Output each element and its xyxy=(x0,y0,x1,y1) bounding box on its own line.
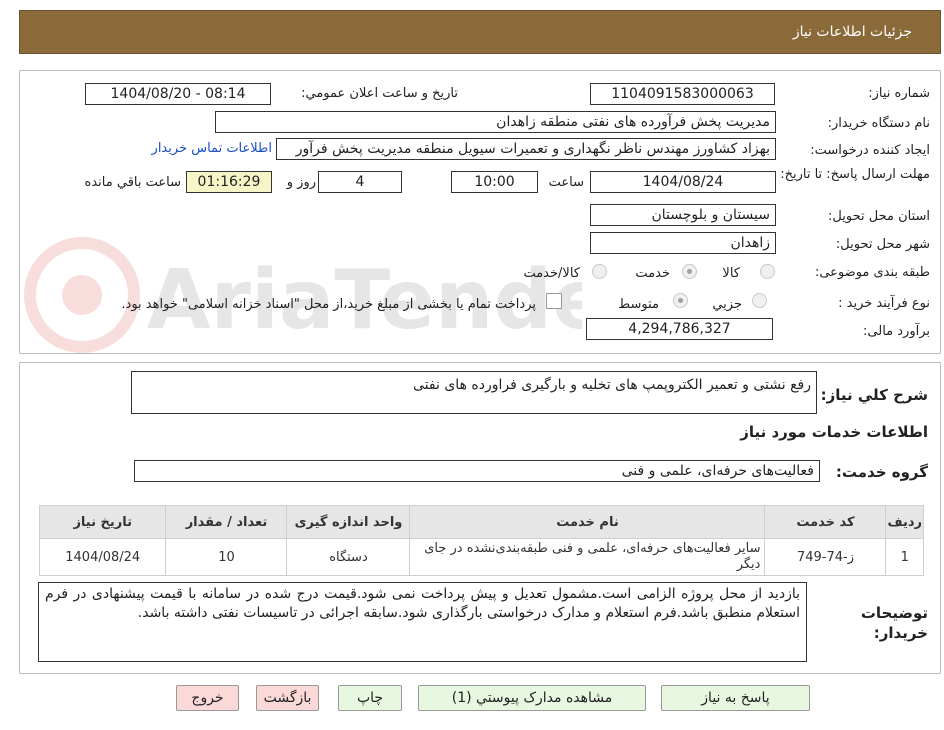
process-radio-minor[interactable] xyxy=(752,293,767,308)
col-header-row-number: ردیف xyxy=(885,505,924,539)
summary-label: شرح كلي نياز: xyxy=(820,386,928,404)
print-button[interactable]: چاپ xyxy=(338,685,402,711)
cell-row-number: 1 xyxy=(885,538,924,576)
services-heading: اطلاعات خدمات مورد نیاز xyxy=(740,423,928,441)
category-option-goods-service: کالا/خدمت xyxy=(523,266,580,281)
table-header-row: ردیف کد خدمت نام خدمت واحد اندازه گیری ت… xyxy=(38,505,924,539)
cell-service-name: سایر فعالیت‌های حرفه‌ای، علمی و فنی طبقه… xyxy=(409,538,766,576)
category-option-service: خدمت xyxy=(635,266,670,281)
deadline-days-field: 4 xyxy=(318,171,402,193)
province-field: سیستان و بلوچستان xyxy=(590,204,776,226)
view-attachments-button[interactable]: مشاهده مدارک پیوستي (1) xyxy=(418,685,646,711)
province-label: استان محل تحویل: xyxy=(828,209,930,224)
page-header: جزئیات اطلاعات نیاز xyxy=(19,10,941,54)
buyer-contact-link[interactable]: اطلاعات تماس خریدار xyxy=(152,141,272,156)
service-group-label: گروه خدمت: xyxy=(835,463,928,481)
summary-field: رفع نشتی و تعمیر الکتروپمپ های تخلیه و ب… xyxy=(131,371,817,414)
need-number-label: شماره نیاز: xyxy=(868,86,930,101)
exit-button[interactable]: خروج xyxy=(176,685,239,711)
process-option-minor: جزیي xyxy=(712,297,742,312)
days-label: روز و xyxy=(286,175,316,190)
category-label: طبقه بندی موضوعی: xyxy=(814,265,930,280)
buyer-org-field: مدیریت پخش فرآورده های نفتی منطقه زاهدان xyxy=(215,111,776,133)
remaining-label: ساعت باقي مانده xyxy=(84,175,181,190)
process-label: نوع فرآیند خرید : xyxy=(838,296,930,311)
buyer-notes-field: بازدید از محل پروژه الزامی است.مشمول تعد… xyxy=(38,582,807,662)
category-radio-service[interactable] xyxy=(682,264,697,279)
estimate-field: 4,294,786,327 xyxy=(586,318,773,340)
buyer-notes-label: توضیحات خریدار: xyxy=(860,604,928,642)
city-field: زاهدان xyxy=(590,232,776,254)
category-radio-goods[interactable] xyxy=(760,264,775,279)
treasury-note: پرداخت تمام یا بخشی از مبلغ خرید،از محل … xyxy=(121,297,536,312)
back-button[interactable]: بازگشت xyxy=(256,685,319,711)
process-radio-medium[interactable] xyxy=(673,293,688,308)
cell-unit: دستگاه xyxy=(286,538,411,576)
need-number-field: 1104091583000063 xyxy=(590,83,775,105)
col-header-service-code: کد خدمت xyxy=(764,505,887,539)
deadline-time-field: 10:00 xyxy=(451,171,538,193)
process-option-medium: متوسط xyxy=(618,297,659,312)
reply-button[interactable]: پاسخ به نیاز xyxy=(661,685,810,711)
col-header-quantity: تعداد / مقدار xyxy=(165,505,288,539)
deadline-date-field: 1404/08/24 xyxy=(590,171,776,193)
col-header-service-name: نام خدمت xyxy=(409,505,766,539)
col-header-unit: واحد اندازه گیری xyxy=(286,505,411,539)
service-group-field: فعالیت‌های حرفه‌ای، علمی و فنی xyxy=(134,460,820,482)
services-table: ردیف کد خدمت نام خدمت واحد اندازه گیری ت… xyxy=(38,505,924,576)
category-radio-goods-service[interactable] xyxy=(592,264,607,279)
remaining-time-field: 01:16:29 xyxy=(186,171,272,193)
estimate-label: برآورد مالی: xyxy=(863,324,930,339)
cell-need-date: 1404/08/24 xyxy=(38,538,167,576)
city-label: شهر محل تحویل: xyxy=(835,237,930,252)
table-row: 1 ز-74-749 سایر فعالیت‌های حرفه‌ای، علمی… xyxy=(38,538,924,576)
treasury-checkbox[interactable] xyxy=(546,293,562,309)
announce-label: تاریخ و ساعت اعلان عمومي: xyxy=(301,86,458,101)
deadline-time-label: ساعت xyxy=(548,175,584,190)
deadline-label: مهلت ارسال پاسخ: تا تاریخ: xyxy=(780,167,930,182)
category-option-goods: کالا xyxy=(722,266,740,281)
requester-field: بهزاد کشاورز مهندس ناظر نگهداری و تعمیرا… xyxy=(276,138,776,160)
col-header-need-date: تاریخ نیاز xyxy=(38,505,167,539)
announce-datetime-field: 1404/08/20 - 08:14 xyxy=(85,83,271,105)
requester-label: ایجاد کننده درخواست: xyxy=(810,143,930,158)
cell-service-code: ز-74-749 xyxy=(764,538,887,576)
page-title: جزئیات اطلاعات نیاز xyxy=(792,24,912,40)
cell-quantity: 10 xyxy=(165,538,288,576)
buyer-org-label: نام دستگاه خریدار: xyxy=(827,116,930,131)
